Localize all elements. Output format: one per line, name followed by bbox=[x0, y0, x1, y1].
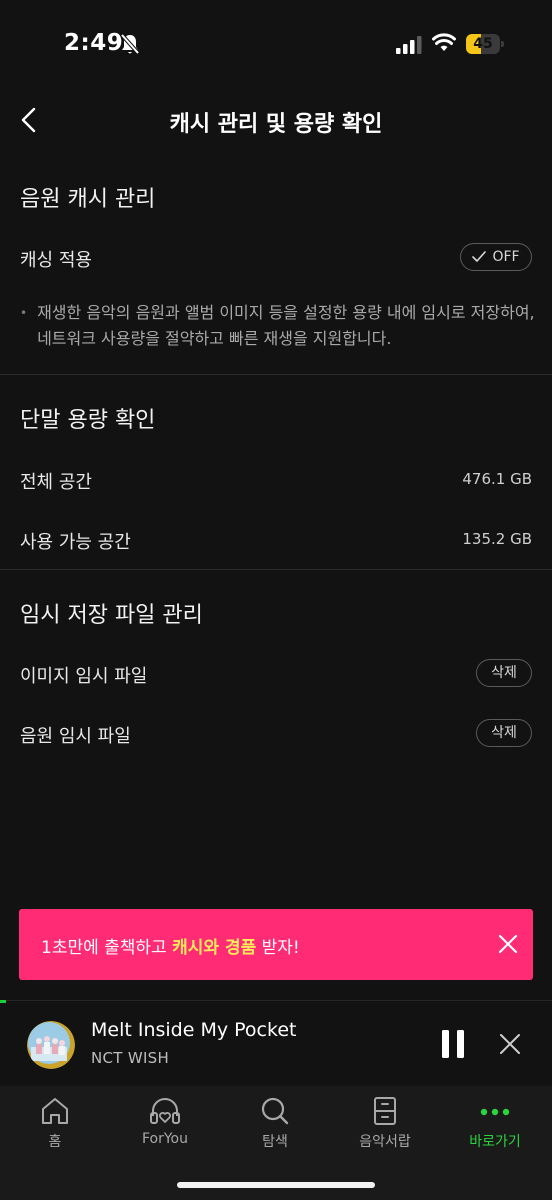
playback-progress-fill bbox=[0, 1000, 6, 1003]
tab-music-drawer-label: 음악서랍 bbox=[359, 1134, 411, 1150]
status-time: 2:49 bbox=[64, 30, 124, 56]
home-icon bbox=[42, 1098, 68, 1124]
tab-home[interactable]: 홈 bbox=[0, 1096, 110, 1156]
drawer-icon bbox=[374, 1097, 396, 1125]
page-header: 캐시 관리 및 용량 확인 bbox=[0, 90, 552, 150]
status-bar: 2:49 45 bbox=[0, 0, 552, 90]
tab-foryou[interactable]: ForYou bbox=[110, 1096, 220, 1156]
temp-files-section-title: 임시 저장 파일 관리 bbox=[20, 603, 203, 628]
close-icon[interactable] bbox=[499, 1033, 521, 1055]
cellular-signal-icon bbox=[396, 36, 422, 54]
tab-home-label: 홈 bbox=[48, 1134, 62, 1150]
section-divider bbox=[0, 374, 552, 375]
tab-shortcuts-label: 바로가기 bbox=[469, 1134, 521, 1150]
promo-text-after: 받자! bbox=[256, 938, 300, 958]
page-title: 캐시 관리 및 용량 확인 bbox=[169, 112, 383, 137]
delete-audio-temp-button[interactable]: 삭제 bbox=[476, 719, 532, 747]
pause-icon[interactable] bbox=[440, 1029, 466, 1059]
storage-section-title: 단말 용량 확인 bbox=[20, 408, 156, 433]
track-artist: NCT WISH bbox=[91, 1049, 170, 1067]
caching-toggle-label: OFF bbox=[492, 249, 520, 265]
caching-toggle-button[interactable]: OFF bbox=[460, 243, 532, 271]
search-icon bbox=[261, 1097, 289, 1125]
wifi-icon bbox=[432, 33, 456, 51]
checkmark-icon bbox=[472, 251, 487, 262]
playback-progress-bar[interactable] bbox=[0, 1000, 552, 1003]
bell-muted-icon bbox=[120, 33, 140, 55]
battery-level: 45 bbox=[473, 36, 493, 52]
caching-label: 캐싱 적용 bbox=[20, 250, 92, 271]
caching-note: • 재생한 음악의 음원과 앨범 이미지 등을 설정한 용량 내에 임시로 저장… bbox=[20, 300, 535, 352]
total-space-value: 476.1 GB bbox=[462, 470, 532, 488]
tab-foryou-label: ForYou bbox=[141, 1131, 188, 1147]
tab-explore[interactable]: 탐색 bbox=[220, 1096, 330, 1156]
section-divider bbox=[0, 569, 552, 570]
available-space-label: 사용 가능 공간 bbox=[20, 532, 131, 553]
total-space-label: 전체 공간 bbox=[20, 472, 92, 493]
home-indicator bbox=[177, 1182, 375, 1188]
caching-note-text: 재생한 음악의 음원과 앨범 이미지 등을 설정한 용량 내에 임시로 저장하여… bbox=[37, 303, 535, 348]
promo-banner[interactable]: 1초만에 출책하고 캐시와 경품 받자! bbox=[19, 909, 533, 980]
track-title: Melt Inside My Pocket bbox=[91, 1019, 297, 1041]
cache-section-title: 음원 캐시 관리 bbox=[20, 187, 156, 212]
tab-explore-label: 탐색 bbox=[262, 1134, 288, 1150]
promo-text: 1초만에 출책하고 캐시와 경품 받자! bbox=[41, 933, 300, 958]
tab-shortcuts[interactable]: 바로가기 bbox=[440, 1096, 550, 1156]
available-space-value: 135.2 GB bbox=[462, 530, 532, 548]
album-art[interactable] bbox=[27, 1021, 75, 1069]
close-icon[interactable] bbox=[497, 933, 519, 955]
tab-music-drawer[interactable]: 음악서랍 bbox=[330, 1096, 440, 1156]
mini-player[interactable]: Melt Inside My Pocket NCT WISH bbox=[0, 1000, 552, 1086]
battery-indicator: 45 bbox=[466, 34, 504, 54]
cache-management-screen: 2:49 45 캐시 관리 및 용량 확인 음원 캐시 관리 캐싱 적용 OFF… bbox=[0, 0, 552, 1200]
promo-text-highlight: 캐시와 경품 bbox=[172, 938, 257, 958]
more-dots-icon bbox=[480, 1108, 510, 1116]
promo-text-before: 1초만에 출책하고 bbox=[41, 938, 173, 958]
image-temp-files-label: 이미지 임시 파일 bbox=[20, 666, 148, 687]
delete-image-temp-button[interactable]: 삭제 bbox=[476, 659, 532, 687]
audio-temp-files-label: 음원 임시 파일 bbox=[20, 726, 131, 747]
headphones-heart-icon bbox=[150, 1098, 180, 1124]
bullet-dot: • bbox=[20, 306, 28, 320]
